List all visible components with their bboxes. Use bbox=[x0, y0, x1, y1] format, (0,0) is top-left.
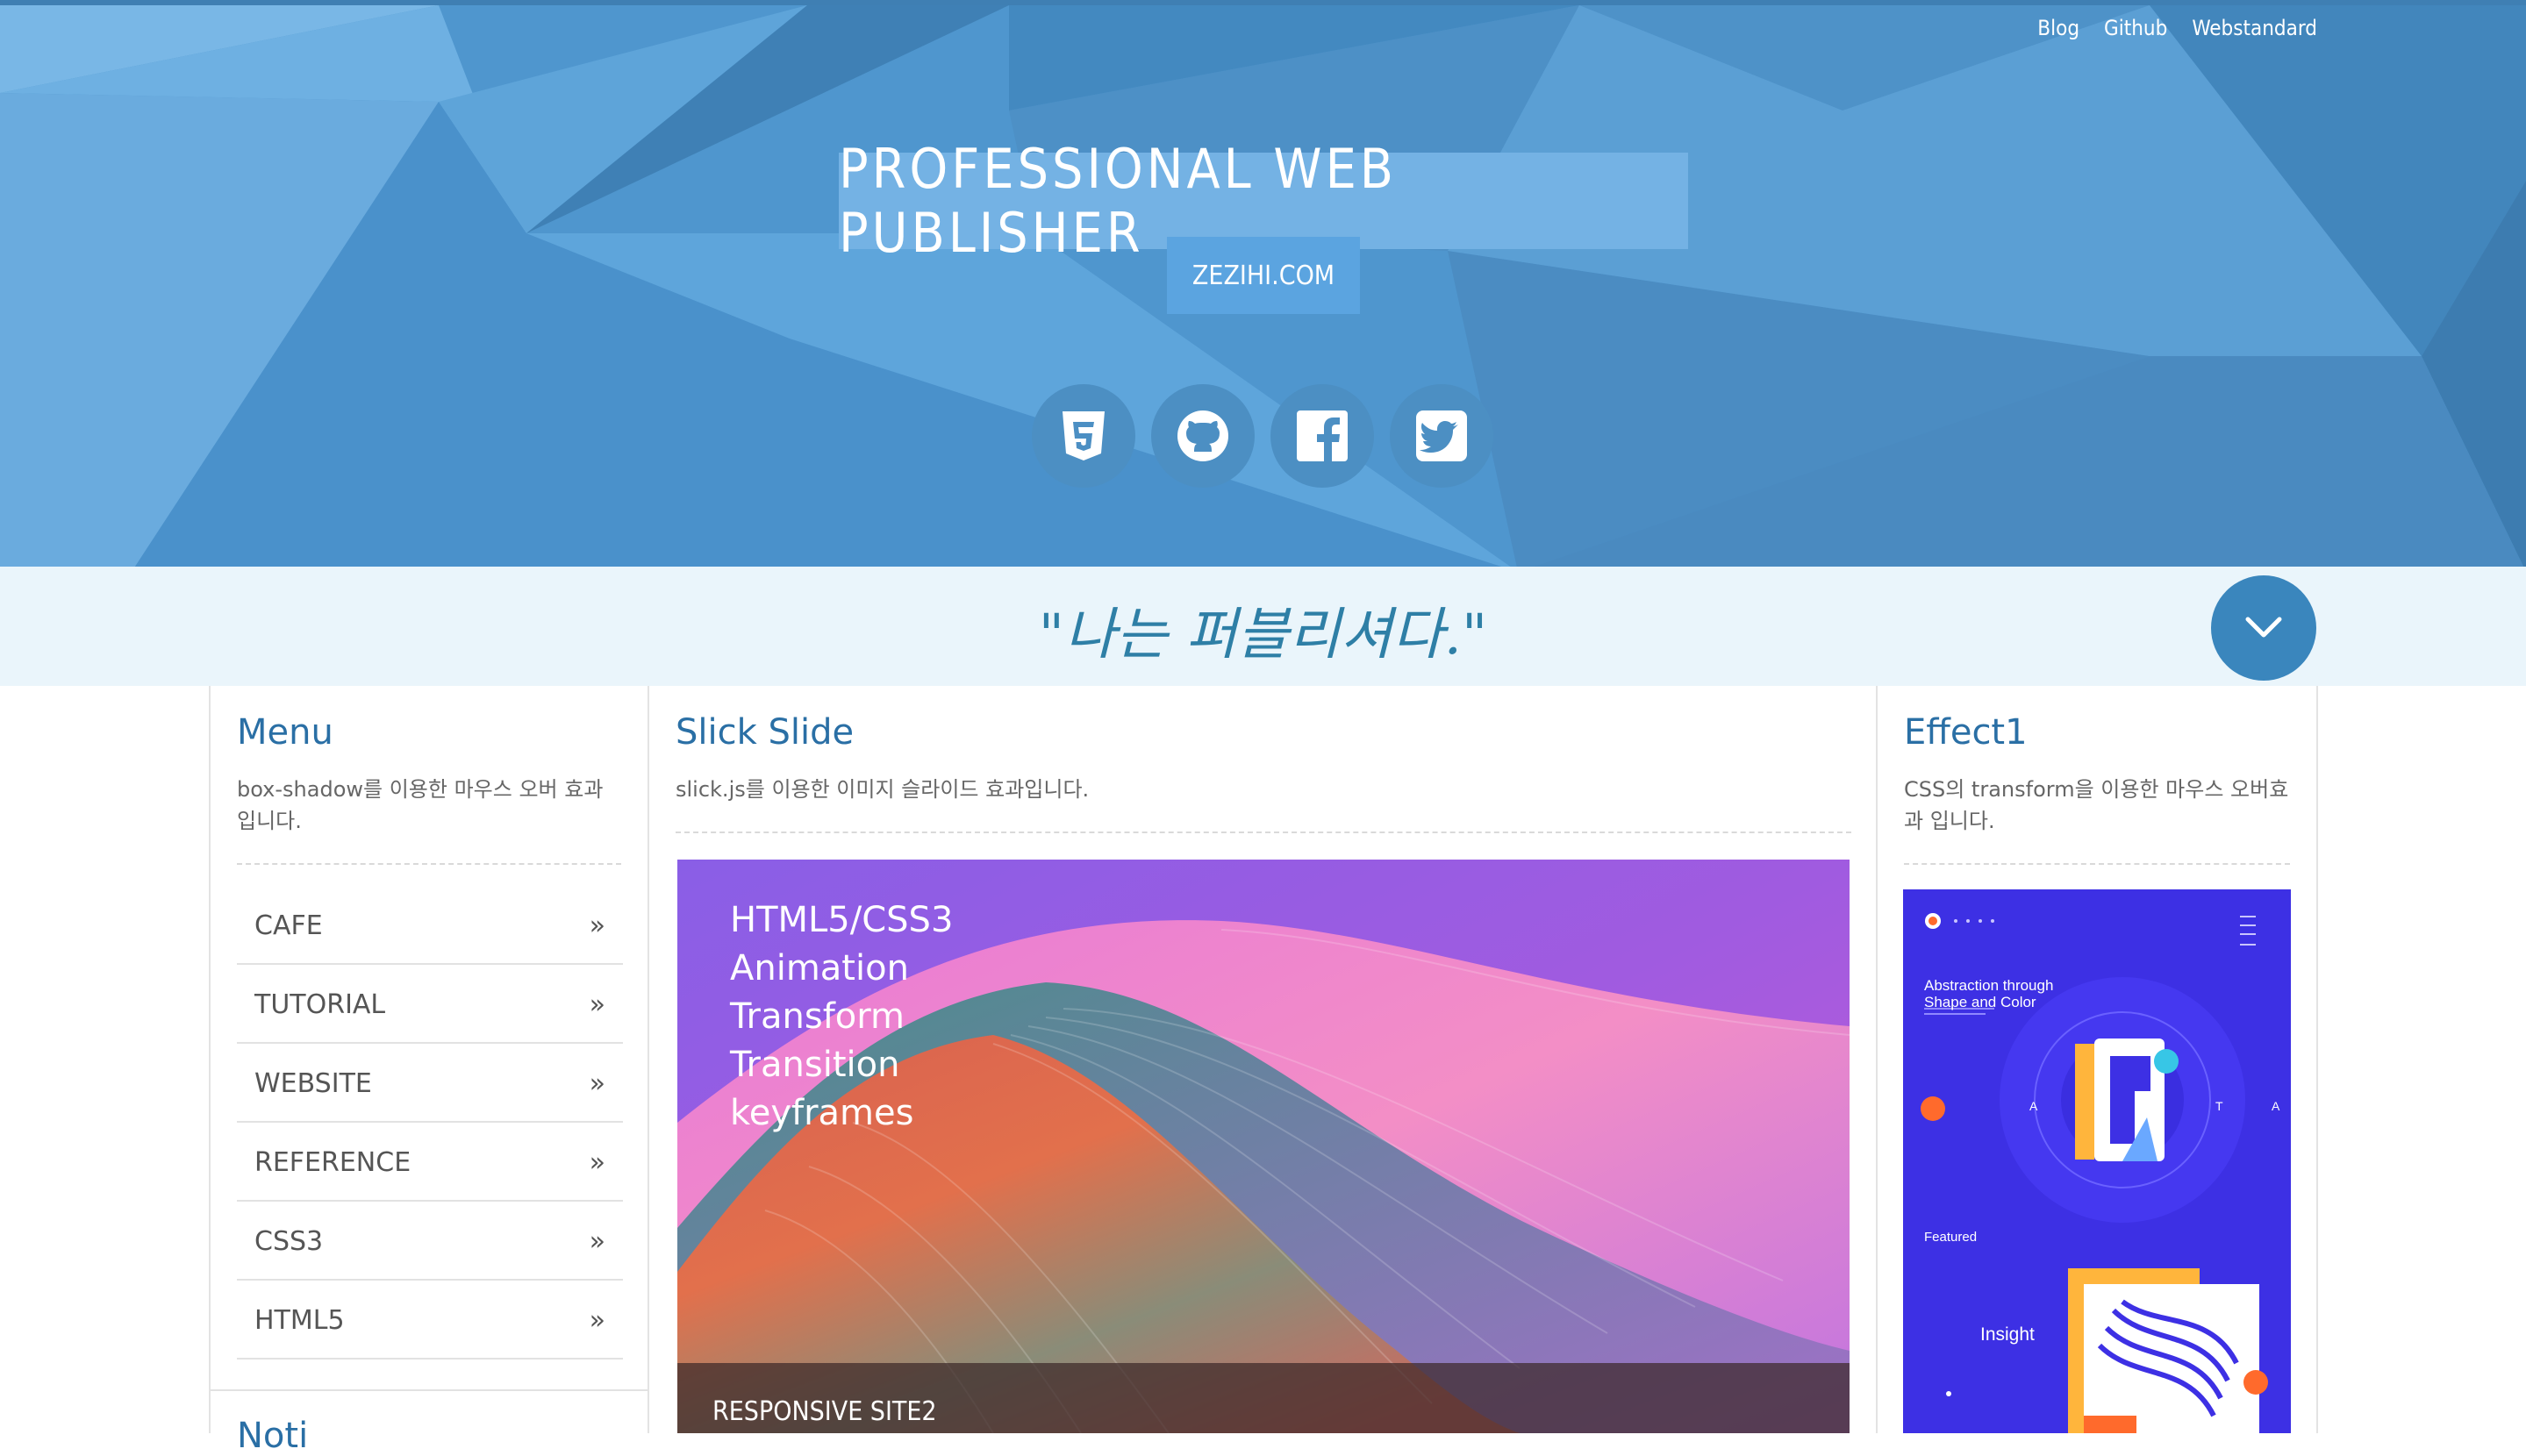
divider bbox=[1904, 863, 2290, 865]
menu-item-label: CSS3 bbox=[254, 1225, 324, 1257]
nav-link-blog[interactable]: Blog bbox=[2037, 16, 2079, 40]
menu-item-label: TUTORIAL bbox=[254, 989, 386, 1020]
scroll-down-button[interactable] bbox=[2211, 575, 2316, 681]
double-chevron-right-icon: » bbox=[589, 989, 605, 1020]
menu-item-label: WEBSITE bbox=[254, 1067, 372, 1099]
poster-artwork: A T A bbox=[1903, 889, 2291, 1433]
facebook-icon bbox=[1297, 410, 1348, 461]
twitter-button[interactable] bbox=[1390, 384, 1493, 488]
double-chevron-right-icon: » bbox=[589, 1067, 605, 1099]
divider bbox=[676, 831, 1851, 833]
double-chevron-right-icon: » bbox=[589, 1225, 605, 1257]
menu-item-tutorial[interactable]: TUTORIAL » bbox=[237, 967, 623, 1044]
double-chevron-right-icon: » bbox=[589, 910, 605, 941]
slide-caption: RESPONSIVE SITE2 bbox=[712, 1396, 937, 1427]
slide-image[interactable]: HTML5/CSS3 Animation Transform Transitio… bbox=[677, 860, 1850, 1433]
poster-insight-label: Insight bbox=[1980, 1324, 2035, 1345]
site-domain-link[interactable]: ZEZIHI.COM bbox=[1167, 237, 1360, 314]
effect-title: Effect1 bbox=[1904, 712, 2028, 753]
menu-title: Menu bbox=[237, 712, 333, 753]
menu-item-label: HTML5 bbox=[254, 1304, 345, 1336]
divider bbox=[211, 1389, 648, 1391]
quote-text: "나는 퍼블리셔다." bbox=[1038, 603, 1488, 667]
slide-line: Transform bbox=[730, 996, 905, 1037]
github-icon bbox=[1177, 410, 1228, 461]
double-chevron-right-icon: » bbox=[589, 1146, 605, 1178]
double-chevron-right-icon: » bbox=[589, 1304, 605, 1336]
slider-description: slick.js를 이용한 이미지 슬라이드 효과입니다. bbox=[676, 777, 1090, 802]
slide-caption-bar: RESPONSIVE SITE2 bbox=[677, 1363, 1850, 1433]
menu-item-css3[interactable]: CSS3 » bbox=[237, 1203, 623, 1281]
quote-bar: "나는 퍼블리셔다." bbox=[0, 567, 2526, 686]
menu-description: box-shadow를 이용한 마우스 오버 효과입니다. bbox=[237, 777, 604, 833]
slide-line: Transition bbox=[730, 1045, 900, 1085]
effect-poster-image[interactable]: A T A Abstraction through Shape and Colo… bbox=[1903, 889, 2291, 1433]
svg-text:A: A bbox=[2029, 1099, 2038, 1113]
svg-text:A: A bbox=[2272, 1099, 2280, 1113]
menu-item-reference[interactable]: REFERENCE » bbox=[237, 1124, 623, 1202]
chevron-down-icon bbox=[2245, 617, 2282, 638]
menu-list: CAFE » TUTORIAL » WEBSITE » REFERENCE » CSS3… bbox=[237, 888, 623, 1361]
poster-heading: Abstraction through Shape and Color bbox=[1924, 977, 2054, 1010]
menu-item-label: CAFE bbox=[254, 910, 323, 941]
social-links bbox=[1032, 384, 1493, 488]
top-navigation: Blog Github Webstandard bbox=[2037, 16, 2317, 40]
slide-line: HTML5/CSS3 bbox=[730, 900, 954, 940]
github-button[interactable] bbox=[1151, 384, 1255, 488]
nav-link-webstandard[interactable]: Webstandard bbox=[2192, 16, 2317, 40]
nav-link-github[interactable]: Github bbox=[2104, 16, 2167, 40]
svg-text:T: T bbox=[2215, 1099, 2223, 1113]
facebook-button[interactable] bbox=[1270, 384, 1374, 488]
header-banner: Blog Github Webstandard PROFESSIONAL WEB… bbox=[0, 0, 2526, 567]
html5-button[interactable] bbox=[1032, 384, 1135, 488]
slide-line: keyframes bbox=[730, 1093, 914, 1133]
menu-item-label: REFERENCE bbox=[254, 1146, 411, 1178]
divider bbox=[237, 863, 621, 865]
menu-item-html5[interactable]: HTML5 » bbox=[237, 1282, 623, 1360]
slider-title: Slick Slide bbox=[676, 712, 855, 753]
twitter-icon bbox=[1416, 410, 1467, 461]
slide-line: Animation bbox=[730, 948, 909, 989]
effect-description: CSS의 transform을 이용한 마우스 오버효과 입니다. bbox=[1904, 777, 2289, 833]
slide-text-lines: HTML5/CSS3 Animation Transform Transitio… bbox=[730, 896, 953, 1138]
site-title: PROFESSIONAL WEB PUBLISHER bbox=[839, 137, 1688, 265]
html5-icon bbox=[1063, 411, 1105, 460]
menu-item-website[interactable]: WEBSITE » bbox=[237, 1046, 623, 1123]
poster-featured-label: Featured bbox=[1924, 1230, 1978, 1245]
menu-item-cafe[interactable]: CAFE » bbox=[237, 888, 623, 965]
notice-title: Noti bbox=[237, 1416, 309, 1456]
